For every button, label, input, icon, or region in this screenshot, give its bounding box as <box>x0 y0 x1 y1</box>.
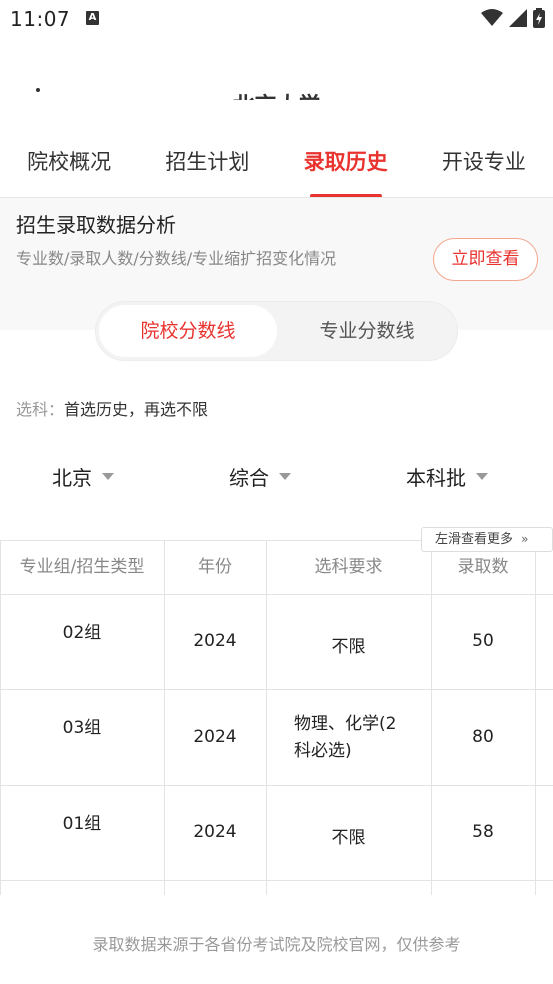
double-chevron-right-icon: » <box>521 532 529 546</box>
tab-overview[interactable]: 院校概况 <box>0 124 138 198</box>
tab-enrollment-plan[interactable]: 招生计划 <box>138 124 276 198</box>
batch-label: 本科批 <box>406 466 466 490</box>
table-line <box>535 540 536 900</box>
disclaimer-text: 录取数据来源于各省份考试院及院校官网，仅供参考 <box>92 935 461 954</box>
caret-down-icon <box>102 473 114 480</box>
subject-selection: 选科：首选历史，再选不限 <box>16 396 208 420</box>
page-header: 北京大学 <box>0 38 553 100</box>
header-year: 年份 <box>198 557 232 577</box>
cell-year: 2024 <box>193 631 237 651</box>
cell-count: 58 <box>472 822 494 842</box>
score-type-toggle: 院校分数线 专业分数线 <box>95 301 458 361</box>
signal-icon <box>509 9 527 27</box>
tab-majors[interactable]: 开设专业 <box>415 124 553 198</box>
status-time: 11:07 <box>10 7 71 31</box>
cell-count: 80 <box>472 727 494 747</box>
swipe-more-hint[interactable]: 左滑查看更多 » <box>421 527 553 552</box>
table-line <box>0 880 553 881</box>
table-line <box>164 540 165 900</box>
filter-bar: 北京 综合 本科批 <box>0 456 553 496</box>
requirement-line: 科必选) <box>294 741 352 761</box>
caret-down-icon <box>279 473 291 480</box>
banner-title: 招生录取数据分析 <box>16 213 176 237</box>
tab-admission-history[interactable]: 录取历史 <box>277 124 415 198</box>
cell-requirement: 不限 <box>331 828 366 848</box>
subject-value: 首选历史，再选不限 <box>64 400 209 419</box>
header-requirement: 选科要求 <box>314 557 383 577</box>
banner-subtitle: 专业数/录取人数/分数线/专业缩扩招变化情况 <box>16 249 337 268</box>
cell-requirement: 物理、化学(2 科必选) <box>294 711 424 765</box>
type-label: 综合 <box>229 466 269 490</box>
admission-table[interactable]: 专业组/招生类型 年份 选科要求 录取数 02组 2024 不限 50 03组 … <box>0 540 553 900</box>
page-title: 北京大学 <box>0 88 553 100</box>
province-label: 北京 <box>52 466 92 490</box>
type-dropdown[interactable]: 综合 <box>229 462 291 491</box>
status-bar: 11:07 A <box>0 0 553 38</box>
notification-icon: A <box>86 11 99 25</box>
subject-label: 选科： <box>16 400 65 419</box>
table-line <box>0 785 553 786</box>
wifi-icon <box>481 9 503 26</box>
cell-group: 01组 <box>62 814 102 834</box>
province-dropdown[interactable]: 北京 <box>52 462 114 491</box>
swipe-hint-label: 左滑查看更多 <box>435 532 514 547</box>
tab-bar: 院校概况 招生计划 录取历史 开设专业 <box>0 124 553 198</box>
table-line <box>431 540 432 900</box>
table-line <box>0 594 553 595</box>
segment-school-score[interactable]: 院校分数线 <box>99 305 277 357</box>
cell-count: 50 <box>472 631 494 651</box>
batch-dropdown[interactable]: 本科批 <box>406 462 488 491</box>
view-now-button[interactable]: 立即查看 <box>433 238 538 281</box>
cell-group: 03组 <box>62 718 102 738</box>
cell-group: 02组 <box>62 623 102 643</box>
disclaimer-footer: 录取数据来源于各省份考试院及院校官网，仅供参考 <box>0 895 553 984</box>
segment-major-score[interactable]: 专业分数线 <box>278 305 456 357</box>
cell-year: 2024 <box>193 822 237 842</box>
caret-down-icon <box>476 473 488 480</box>
cell-year: 2024 <box>193 727 237 747</box>
system-icons <box>481 8 545 28</box>
battery-icon <box>533 8 545 28</box>
table-line <box>0 689 553 690</box>
header-group-type: 专业组/招生类型 <box>19 557 145 577</box>
cell-requirement: 不限 <box>331 637 366 657</box>
requirement-line: 物理、化学(2 <box>294 714 397 734</box>
